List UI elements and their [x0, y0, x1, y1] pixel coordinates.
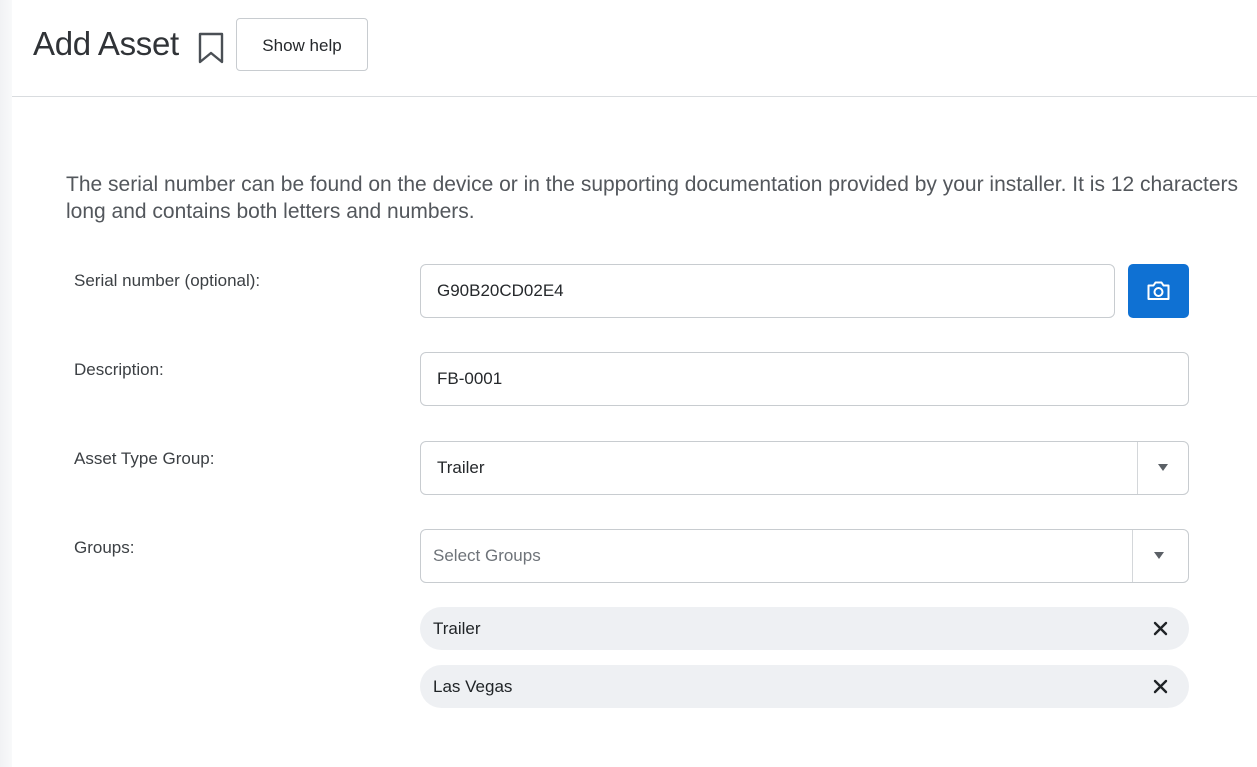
asset-type-group-select[interactable]: Trailer: [420, 441, 1189, 495]
chevron-down-icon[interactable]: [1154, 552, 1164, 559]
group-chip-label: Las Vegas: [433, 677, 513, 696]
close-icon[interactable]: [1152, 620, 1169, 637]
description-label: Description:: [74, 360, 164, 379]
group-chip-trailer: Trailer: [420, 607, 1189, 650]
groups-label: Groups:: [74, 538, 135, 557]
groups-select[interactable]: Select Groups: [420, 529, 1189, 583]
left-edge-shadow: [0, 0, 12, 767]
description-input[interactable]: [420, 352, 1189, 406]
select-divider: [1132, 530, 1133, 582]
asset-type-group-label: Asset Type Group:: [74, 449, 215, 468]
show-help-button[interactable]: Show help: [236, 18, 368, 71]
group-chip-label: Trailer: [433, 619, 481, 638]
serial-number-label: Serial number (optional):: [74, 271, 261, 290]
page-title: Add Asset: [33, 25, 179, 62]
add-asset-page: Add Asset Show help The serial number ca…: [0, 0, 1257, 767]
scan-serial-button[interactable]: [1128, 264, 1189, 318]
groups-placeholder: Select Groups: [433, 546, 541, 565]
bookmark-icon[interactable]: [195, 31, 227, 65]
group-chip-las-vegas: Las Vegas: [420, 665, 1189, 708]
close-icon[interactable]: [1152, 678, 1169, 695]
select-divider: [1137, 442, 1138, 494]
serial-number-input[interactable]: [420, 264, 1115, 318]
serial-number-instructions: The serial number can be found on the de…: [66, 173, 1239, 223]
page-header: Add Asset Show help: [12, 0, 1257, 97]
chevron-down-icon[interactable]: [1158, 464, 1168, 471]
camera-icon: [1147, 281, 1170, 300]
asset-type-group-value: Trailer: [437, 458, 485, 477]
